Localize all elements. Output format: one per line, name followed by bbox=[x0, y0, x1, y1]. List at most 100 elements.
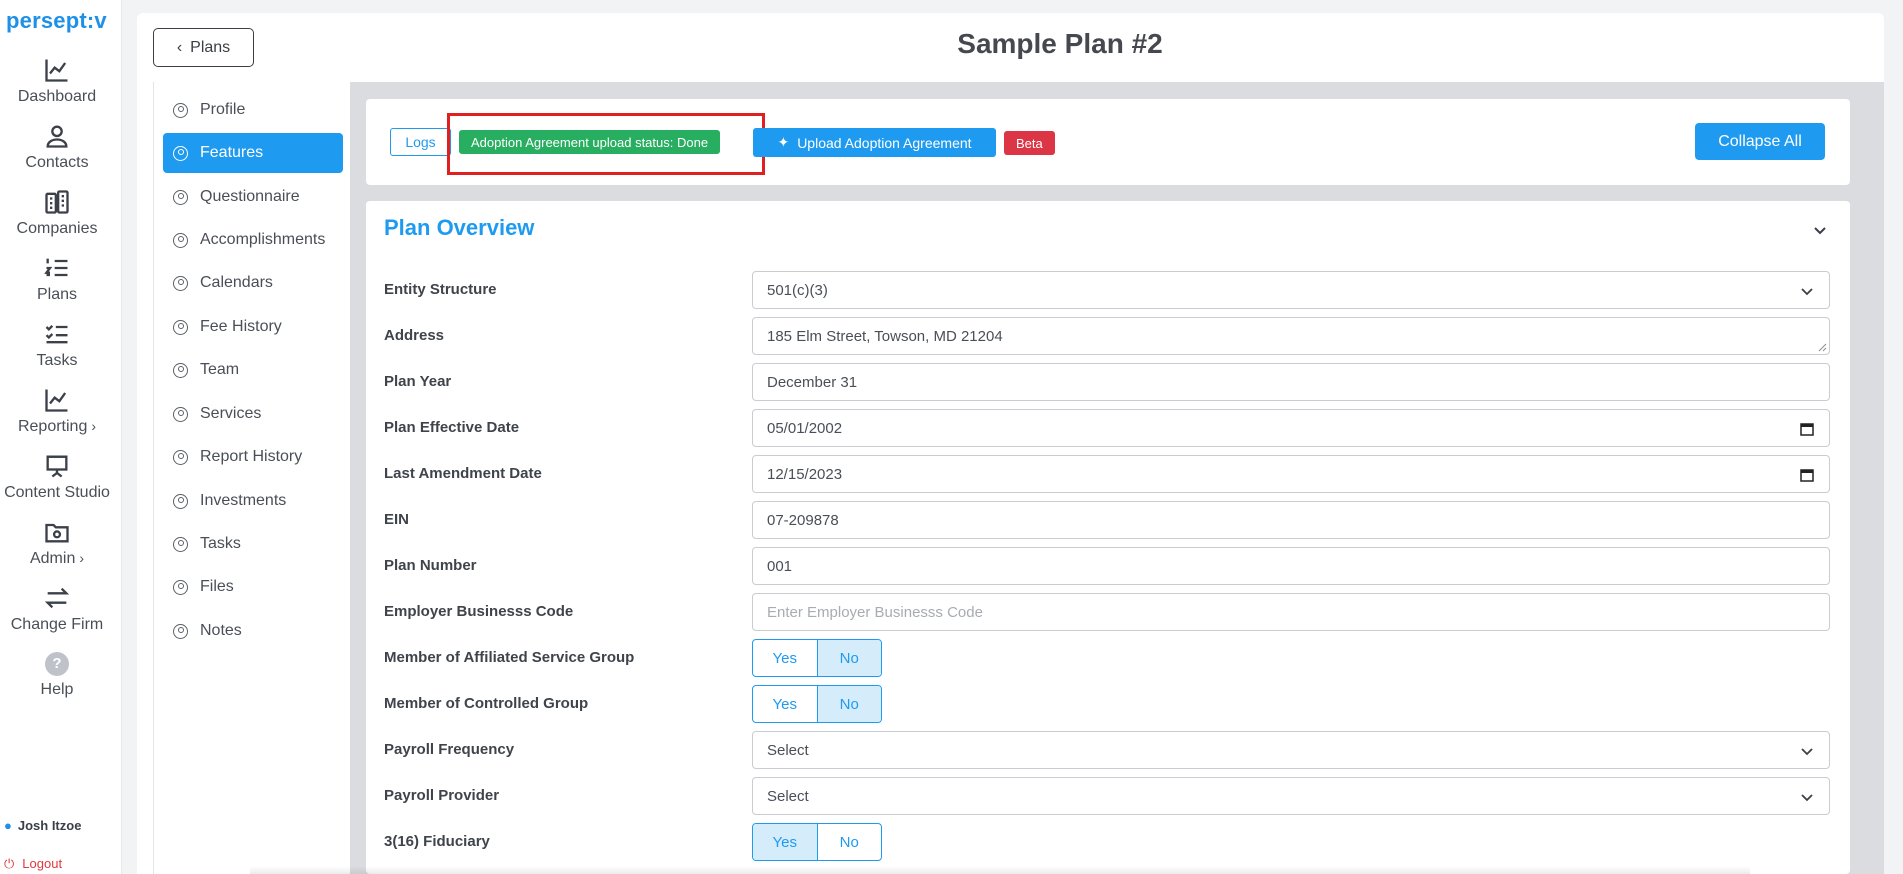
chevron-down-icon[interactable] bbox=[1810, 220, 1830, 240]
subnav-item-notes[interactable]: Notes bbox=[163, 611, 343, 651]
user-circle-icon bbox=[173, 623, 188, 639]
fiduciary-no-option[interactable]: No bbox=[816, 824, 882, 860]
subnav-item-team[interactable]: Team bbox=[163, 350, 343, 390]
last-amendment-date-input[interactable]: 12/15/2023 bbox=[752, 455, 1830, 493]
plan-year-label: Plan Year bbox=[384, 373, 452, 390]
upload-adoption-agreement-button[interactable]: ✦ Upload Adoption Agreement bbox=[753, 128, 996, 157]
plan-number-input[interactable]: 001 bbox=[752, 547, 1830, 585]
subnav-item-features[interactable]: Features bbox=[163, 133, 343, 173]
ein-input[interactable]: 07-209878 bbox=[752, 501, 1830, 539]
app-logo[interactable]: persept:v bbox=[6, 8, 107, 34]
rail-item-dashboard[interactable]: Dashboard bbox=[0, 56, 114, 106]
subnav-item-fee-history[interactable]: Fee History bbox=[163, 307, 343, 347]
plan-number-value: 001 bbox=[767, 557, 793, 575]
employer-business-code-input[interactable]: Enter Employer Businesss Code bbox=[752, 593, 1830, 631]
back-button-label: Plans bbox=[190, 38, 231, 56]
calendar-icon[interactable] bbox=[1799, 467, 1815, 483]
chevron-down-icon bbox=[1801, 794, 1813, 802]
power-icon: ⏻ bbox=[4, 856, 15, 871]
subnav-item-label: Questionnaire bbox=[200, 188, 300, 205]
plan-subnav: Profile Features Questionnaire Accomplis… bbox=[153, 82, 350, 874]
rail-item-reporting[interactable]: Reporting › bbox=[0, 386, 114, 436]
address-textarea[interactable]: 185 Elm Street, Towson, MD 21204 bbox=[752, 317, 1830, 355]
rail-item-label: Dashboard bbox=[17, 88, 97, 105]
affiliated-no-option[interactable]: No bbox=[816, 640, 881, 676]
rail-item-contacts[interactable]: Contacts bbox=[0, 122, 114, 172]
resize-grip-icon[interactable] bbox=[1818, 343, 1827, 352]
rail-item-content-studio[interactable]: Content Studio bbox=[0, 452, 114, 502]
subnav-item-label: Report History bbox=[200, 448, 303, 465]
subnav-item-services[interactable]: Services bbox=[163, 394, 343, 434]
subnav-item-tasks[interactable]: Tasks bbox=[163, 524, 343, 564]
subnav-item-label: Notes bbox=[200, 622, 242, 639]
plan-number-label: Plan Number bbox=[384, 557, 477, 574]
folder-gear-icon bbox=[43, 518, 71, 546]
subnav-item-label: Calendars bbox=[200, 274, 273, 291]
rail-item-label: Companies bbox=[16, 220, 98, 237]
plan-effective-date-input[interactable]: 05/01/2002 bbox=[752, 409, 1830, 447]
controlled-no-option[interactable]: No bbox=[816, 686, 881, 722]
last-amendment-date-value: 12/15/2023 bbox=[767, 465, 843, 483]
presentation-icon bbox=[43, 452, 71, 480]
affiliated-yes-option[interactable]: Yes bbox=[753, 640, 817, 676]
entity-structure-select[interactable]: 501(c)(3) bbox=[752, 271, 1830, 309]
user-circle-icon bbox=[173, 102, 188, 118]
user-circle-icon bbox=[173, 232, 188, 248]
controlled-yes-option[interactable]: Yes bbox=[753, 686, 817, 722]
plan-year-input[interactable]: December 31 bbox=[752, 363, 1830, 401]
rail-item-help[interactable]: ? Help bbox=[0, 652, 114, 699]
logs-button[interactable]: Logs bbox=[390, 128, 451, 156]
subnav-item-questionnaire[interactable]: Questionnaire bbox=[163, 177, 343, 217]
user-circle-icon bbox=[173, 145, 188, 161]
sparkle-icon: ✦ bbox=[777, 134, 790, 150]
rail-item-label: Reporting bbox=[17, 418, 88, 435]
highlight-annotation-box bbox=[447, 113, 765, 175]
subnav-item-investments[interactable]: Investments bbox=[163, 481, 343, 521]
left-rail: persept:v Dashboard Contacts Companies P… bbox=[0, 0, 122, 874]
fiduciary-yes-option[interactable]: Yes bbox=[753, 824, 817, 860]
rail-item-plans[interactable]: Plans bbox=[0, 254, 114, 304]
back-to-plans-button[interactable]: ‹ Plans bbox=[153, 28, 254, 67]
app-root: persept:v Dashboard Contacts Companies P… bbox=[0, 0, 1903, 874]
subnav-item-accomplishments[interactable]: Accomplishments bbox=[163, 220, 343, 260]
payroll-provider-value: Select bbox=[767, 787, 809, 805]
subnav-item-calendars[interactable]: Calendars bbox=[163, 263, 343, 303]
collapse-all-button[interactable]: Collapse All bbox=[1695, 123, 1825, 160]
rail-item-label: Help bbox=[40, 681, 74, 698]
rail-item-change-firm[interactable]: Change Firm bbox=[0, 584, 114, 634]
chevron-down-icon bbox=[1801, 748, 1813, 756]
user-name[interactable]: ● Josh Itzoe bbox=[4, 818, 81, 833]
subnav-item-profile[interactable]: Profile bbox=[163, 90, 343, 130]
user-circle-icon bbox=[173, 319, 188, 335]
payroll-frequency-select[interactable]: Select bbox=[752, 731, 1830, 769]
rail-item-companies[interactable]: Companies bbox=[0, 188, 114, 238]
section-title[interactable]: Plan Overview bbox=[384, 215, 534, 241]
payroll-provider-label: Payroll Provider bbox=[384, 787, 500, 804]
rail-item-label: Content Studio bbox=[4, 484, 110, 501]
checklist-icon bbox=[43, 320, 71, 348]
numbered-list-icon bbox=[43, 254, 71, 282]
rail-item-label: Change Firm bbox=[10, 616, 104, 633]
subnav-item-label: Fee History bbox=[200, 318, 282, 335]
user-circle-icon bbox=[173, 493, 188, 509]
subnav-item-label: Accomplishments bbox=[200, 231, 326, 248]
page-title: Sample Plan #2 bbox=[957, 28, 1163, 59]
subnav-item-report-history[interactable]: Report History bbox=[163, 437, 343, 477]
rail-item-tasks[interactable]: Tasks bbox=[0, 320, 114, 370]
calendar-icon[interactable] bbox=[1799, 421, 1815, 437]
subnav-item-label: Services bbox=[200, 405, 262, 422]
logout-link[interactable]: ⏻ Logout bbox=[4, 856, 62, 872]
help-icon: ? bbox=[45, 652, 69, 676]
controlled-group-toggle: Yes No bbox=[752, 685, 882, 723]
employer-business-code-placeholder: Enter Employer Businesss Code bbox=[767, 603, 983, 621]
plan-year-value: December 31 bbox=[767, 373, 858, 391]
building-icon bbox=[43, 188, 71, 216]
affiliated-service-group-label: Member of Affiliated Service Group bbox=[384, 649, 635, 666]
rail-item-admin[interactable]: Admin › bbox=[0, 518, 114, 568]
subnav-item-files[interactable]: Files bbox=[163, 567, 343, 607]
employer-business-code-label: Employer Businesss Code bbox=[384, 603, 574, 620]
payroll-provider-select[interactable]: Select bbox=[752, 777, 1830, 815]
chart-line-icon bbox=[43, 386, 71, 414]
fiduciary-316-toggle: Yes No bbox=[752, 823, 882, 861]
chevron-right-icon: › bbox=[79, 550, 85, 566]
